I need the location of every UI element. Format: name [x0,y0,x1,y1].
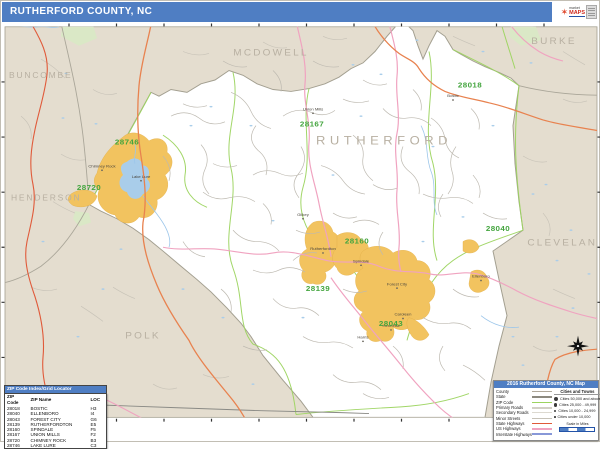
legend-item-label: State Highways [496,421,524,426]
legend-item-label: Secondary Roads [496,410,529,415]
cities-title: Cities and Towns [554,389,600,395]
zip-table-title: ZIP Code Index/Grid Locator [4,385,107,393]
secondary-road-sample [532,412,552,413]
zip-index-table: ZIP Code Index/Grid Locator ZIP Code ZIP… [4,385,107,449]
county-label-mcdowell: MCDOWELL [233,48,308,59]
header-bar: RUTHERFORD COUNTY, NC [2,2,554,22]
cell-zip: 28746 [5,443,29,449]
legend-item-label: Primary Roads [496,405,523,410]
town-label: Lake Lure [132,174,151,179]
logo-brand-bottom: MAPS [569,11,585,17]
cell-loc: C3 [89,443,107,449]
legend-item-label: ZIP Code [496,400,513,405]
table-row: 28040 ELLENBORO I4 [5,411,107,416]
town-label: Spindale [353,259,370,264]
interstate-sample [532,433,552,435]
state-line-sample [532,396,552,398]
logo-star-icon: ✶ [561,8,569,17]
town-label: Bostic [447,93,458,98]
county-label-burke: BURKE [531,36,576,47]
point-of-interest-dot [23,23,25,25]
zip-table-header-row: ZIP Code ZIP Name LOC [5,394,107,407]
town-label: Chimney Rock [88,164,116,169]
us-highway-sample [532,428,552,430]
city-marker [554,403,557,406]
town-label: Forest City [387,281,408,286]
zip-label-28160: 28160 [345,237,370,246]
column-header-zip-name: ZIP Name [29,394,89,407]
zip-label-28043: 28043 [379,319,404,328]
zip-label-28018: 28018 [458,81,483,90]
town-label: Harris [357,335,368,340]
zip-label-28720: 28720 [77,183,102,192]
city-size-label: Cities 10,000 - 24,999 [558,409,595,413]
town-label: Rutherfordton [310,246,336,251]
town-label: Caroleen [395,312,412,317]
town-label: Ellenboro [472,274,490,279]
city-size-label: Cities under 10,000 [558,415,591,419]
legend-panel: 2016 Rutherford County, NC Map County St… [493,380,599,441]
county-label-buncombe: BUNCOMBE [9,70,72,80]
county-line-sample [532,391,552,392]
county-label-cleveland: CLEVELAND [527,238,600,249]
county-label-henderson: HENDERSON [11,193,81,203]
brand-logo: ✶ market MAPS [552,2,598,22]
legend-item-label: US Highways [496,426,521,431]
scale-bar-graphic [559,427,595,432]
cities-and-towns-section: Cities and Towns Cities 50,000 and above… [554,389,600,437]
minor-street-sample [532,418,552,419]
logo-editions-panel [586,5,597,19]
scale-label: Scale in Miles [554,422,600,426]
city-marker [554,410,556,412]
state-highway-sample [532,423,552,424]
primary-road-sample [532,407,552,409]
zip-label-28040: 28040 [486,224,511,233]
column-header-zip-code: ZIP Code [5,394,29,407]
map-sheet: Union Mills Gilkey Rutherfordton Spindal… [0,0,600,442]
county-label-rutherford: RUTHERFORD [316,134,452,148]
legend-line-items: County State ZIP Code Primary Roads Seco… [496,389,552,437]
city-marker [554,416,556,418]
zip-line-sample [532,402,552,403]
zip-label-28167: 28167 [300,120,324,129]
city-size-label: Cities 25,000 - 49,999 [559,403,596,407]
legend-item-label: Minor Streets [496,416,520,421]
legend-item-label: State [496,394,506,399]
zip-label-28139: 28139 [306,284,331,293]
city-size-label: Cities 50,000 and above [560,397,600,401]
page-title: RUTHERFORD COUNTY, NC [10,6,152,17]
legend-item-label: Interstate Highways [496,432,532,437]
scale-bar: Scale in Miles [554,422,600,432]
town-label: Union Mills [303,107,323,112]
zip-label-28746: 28746 [115,138,140,147]
table-row: 28167 UNION MILLS F2 [5,432,107,437]
cell-name: LAKE LURE [29,443,89,449]
legend-title: 2016 Rutherford County, NC Map [494,381,598,388]
legend-item-label: County [496,389,509,394]
town-label: Gilkey [297,212,310,217]
city-marker [554,397,558,401]
county-label-polk: POLK [125,331,160,342]
column-header-loc: LOC [89,394,107,407]
table-row: 28746 LAKE LURE C3 [5,443,107,449]
